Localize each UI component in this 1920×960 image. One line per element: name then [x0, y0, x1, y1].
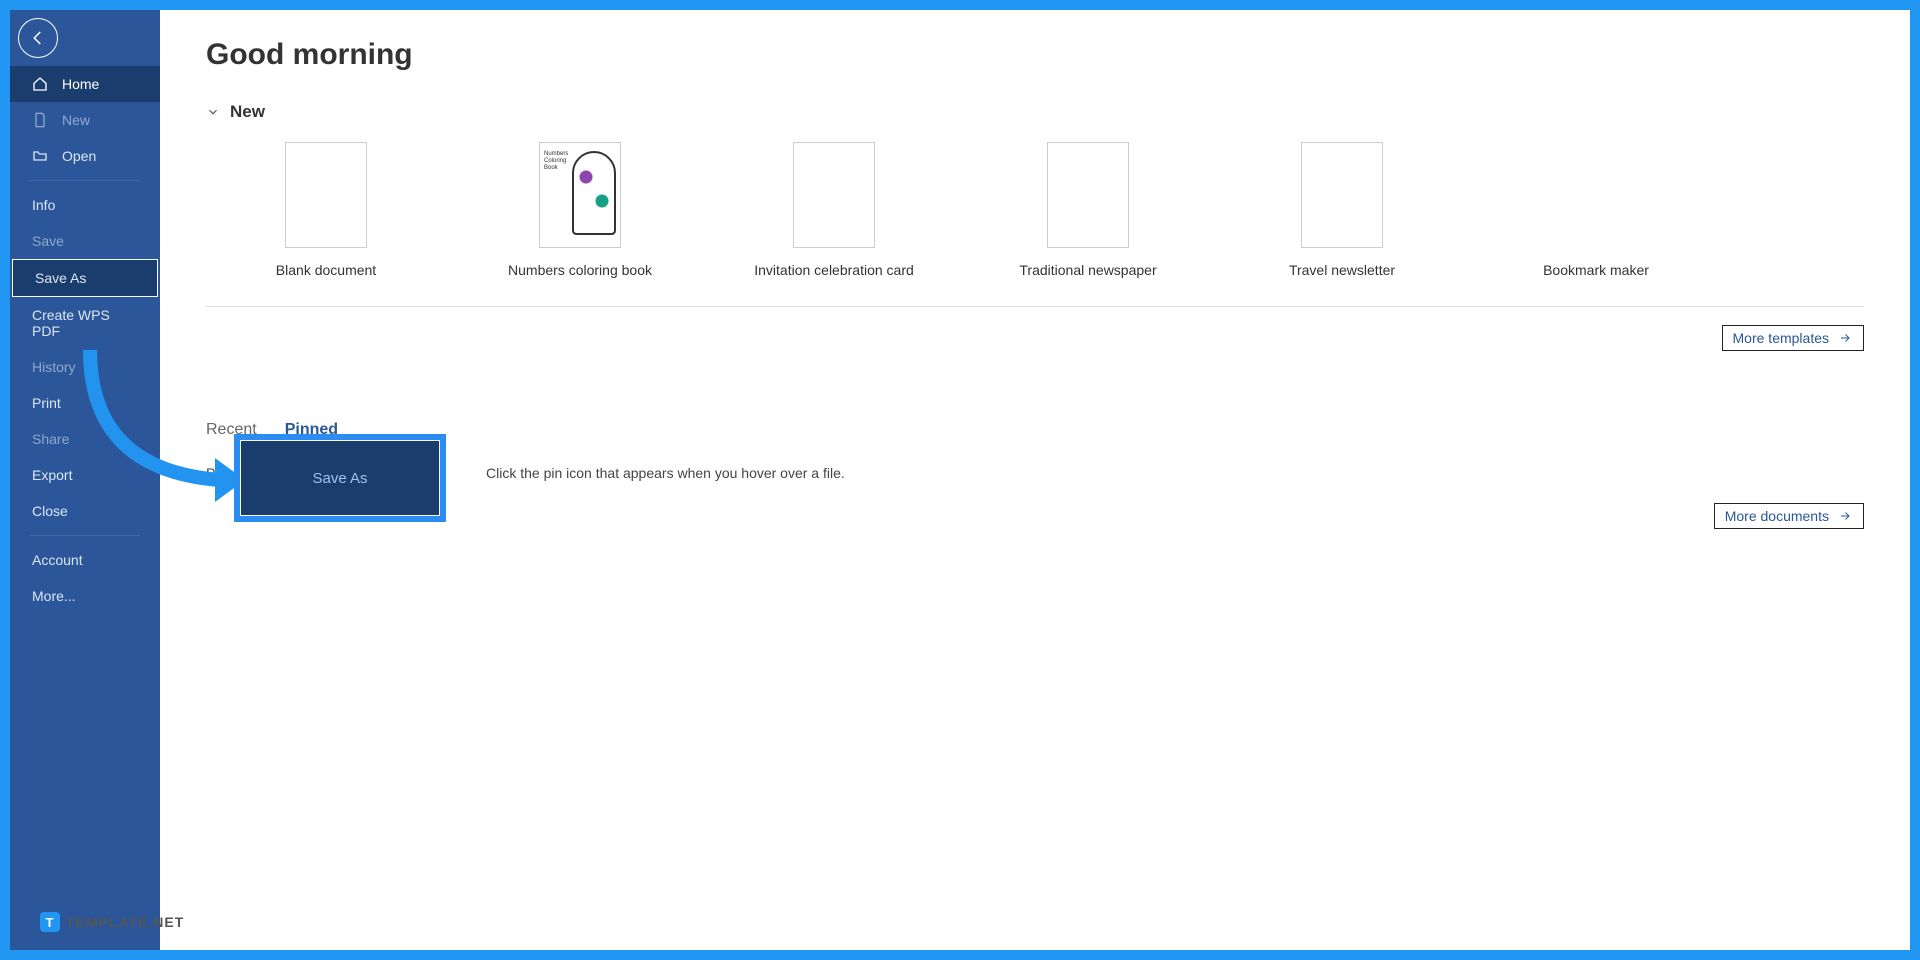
page-title: Good morning: [206, 38, 1864, 72]
watermark: T TEMPLATE.NET: [40, 912, 184, 932]
sidebar-label: Account: [32, 552, 83, 568]
sidebar-label: Share: [32, 431, 69, 447]
sidebar-item-share[interactable]: Share: [10, 421, 160, 457]
folder-open-icon: [32, 148, 48, 164]
sidebar-label: Home: [62, 76, 99, 92]
sidebar: Home New Open Info Save Save As Create W…: [10, 10, 160, 950]
sidebar-item-home[interactable]: Home: [10, 66, 160, 102]
template-label: Traditional newspaper: [1019, 262, 1156, 278]
sidebar-item-print[interactable]: Print: [10, 385, 160, 421]
callout-highlight: Save As: [234, 434, 446, 522]
sidebar-label: Save: [32, 233, 64, 249]
chevron-down-icon: [206, 105, 220, 119]
link-label: More templates: [1733, 330, 1829, 346]
sidebar-item-info[interactable]: Info: [10, 187, 160, 223]
template-label: Bookmark maker: [1543, 262, 1649, 278]
back-button[interactable]: [18, 18, 58, 58]
template-thumb: NumbersColoringBook: [539, 142, 621, 248]
template-numbers-coloring-book[interactable]: NumbersColoringBook Numbers coloring boo…: [520, 142, 640, 278]
template-thumb: [285, 142, 367, 248]
template-label: Invitation celebration card: [754, 262, 914, 278]
template-bookmark-maker[interactable]: Bookmark maker: [1536, 142, 1656, 278]
template-label: Travel newsletter: [1289, 262, 1395, 278]
divider: [30, 180, 140, 181]
sidebar-item-save[interactable]: Save: [10, 223, 160, 259]
template-invitation-card[interactable]: Invitation celebration card: [774, 142, 894, 278]
sidebar-label: Open: [62, 148, 96, 164]
template-thumb: [793, 142, 875, 248]
sidebar-item-new[interactable]: New: [10, 102, 160, 138]
sidebar-item-account[interactable]: Account: [10, 542, 160, 578]
sidebar-item-save-as[interactable]: Save As: [12, 259, 158, 297]
section-label: New: [230, 102, 265, 122]
arrow-right-icon: [1837, 332, 1853, 344]
sidebar-label: Print: [32, 395, 61, 411]
word-file-backstage: Home New Open Info Save Save As Create W…: [10, 10, 1910, 950]
sidebar-label: Close: [32, 503, 68, 519]
sidebar-item-history[interactable]: History: [10, 349, 160, 385]
arrow-left-icon: [29, 29, 47, 47]
sidebar-item-close[interactable]: Close: [10, 493, 160, 529]
template-thumb: [1047, 142, 1129, 248]
sidebar-item-create-wps-pdf[interactable]: Create WPS PDF: [10, 297, 160, 349]
more-documents-link[interactable]: More documents: [1714, 503, 1864, 529]
sidebar-label: Export: [32, 467, 72, 483]
template-thumb: [1511, 142, 1681, 248]
arrow-right-icon: [1837, 510, 1853, 522]
template-travel-newsletter[interactable]: Travel newsletter: [1282, 142, 1402, 278]
document-icon: [32, 112, 48, 128]
sidebar-label: Create WPS PDF: [32, 307, 138, 339]
pinned-hint: Pin xxxxxxxxxxxxxxxxxxxxxxxxxxxxxxxxxxxx…: [206, 465, 1864, 481]
sidebar-label: History: [32, 359, 76, 375]
divider: [30, 535, 140, 536]
home-icon: [32, 76, 48, 92]
template-blank-document[interactable]: Blank document: [266, 142, 386, 278]
sidebar-item-export[interactable]: Export: [10, 457, 160, 493]
sidebar-item-open[interactable]: Open: [10, 138, 160, 174]
watermark-text: TEMPLATE.NET: [66, 914, 184, 930]
new-section-heading[interactable]: New: [206, 102, 1864, 122]
template-traditional-newspaper[interactable]: Traditional newspaper: [1028, 142, 1148, 278]
template-label: Numbers coloring book: [508, 262, 652, 278]
documents-tabs: Recent Pinned: [206, 421, 1864, 449]
template-thumb: [1301, 142, 1383, 248]
callout-label: Save As: [240, 440, 440, 516]
sidebar-label: New: [62, 112, 90, 128]
sidebar-label: Save As: [35, 270, 86, 286]
more-templates-link[interactable]: More templates: [1722, 325, 1864, 351]
link-label: More documents: [1725, 508, 1829, 524]
sidebar-label: More...: [32, 588, 76, 604]
watermark-badge-icon: T: [40, 912, 60, 932]
templates-row: Blank document NumbersColoringBook Numbe…: [206, 142, 1864, 307]
sidebar-item-more[interactable]: More...: [10, 578, 160, 614]
template-label: Blank document: [276, 262, 376, 278]
sidebar-label: Info: [32, 197, 55, 213]
